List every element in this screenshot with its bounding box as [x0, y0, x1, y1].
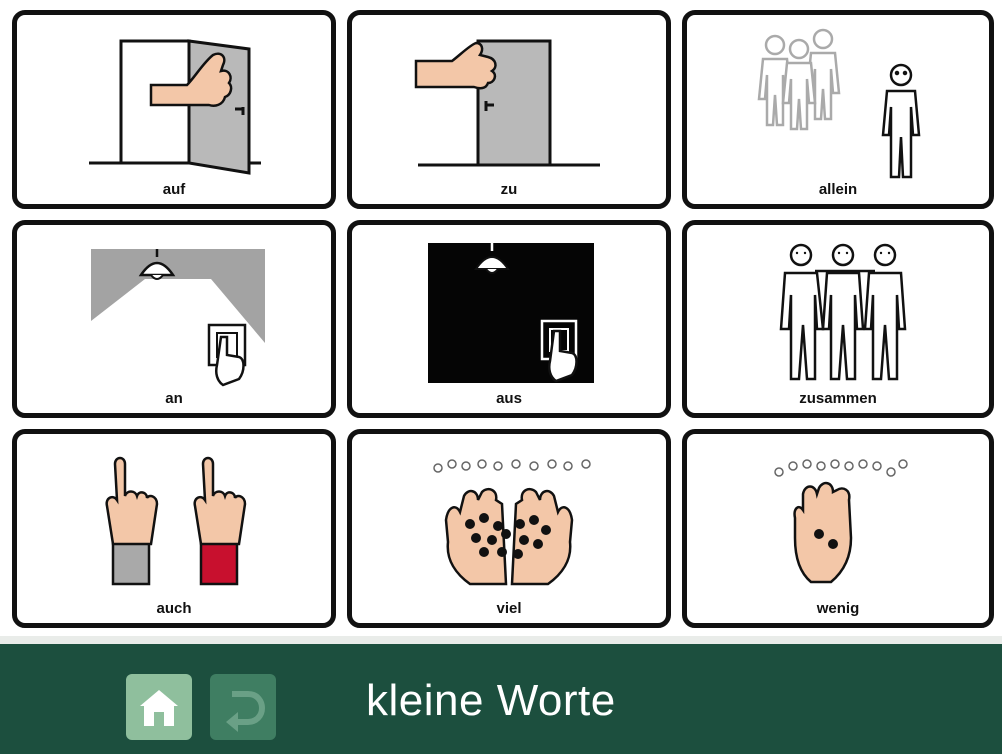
light-on-icon — [91, 249, 265, 387]
home-button[interactable] — [126, 674, 192, 740]
card-zusammen[interactable]: zusammen — [682, 220, 994, 418]
card-label: auch — [156, 600, 192, 617]
card-label: zu — [500, 181, 518, 198]
card-aus[interactable]: aus — [347, 220, 671, 418]
card-wenig[interactable]: wenig — [682, 429, 994, 628]
card-label: zusammen — [799, 390, 877, 407]
card-label: wenig — [816, 600, 860, 617]
back-button[interactable] — [210, 674, 276, 740]
card-viel[interactable]: viel — [347, 429, 671, 628]
card-auf[interactable]: auf — [12, 10, 336, 209]
raised-fingers-icon — [105, 456, 247, 586]
card-label: allein — [818, 181, 858, 198]
card-label: auf — [162, 181, 186, 198]
category-title: kleine Worte — [366, 676, 616, 725]
card-label: aus — [496, 390, 522, 407]
alone-person-icon — [757, 28, 921, 179]
card-auch[interactable]: auch — [12, 429, 336, 628]
card-label: viel — [496, 600, 522, 617]
back-arrow-icon — [226, 691, 266, 732]
light-off-icon — [428, 243, 594, 383]
card-label: an — [165, 390, 183, 407]
home-icon — [140, 690, 178, 726]
card-zu[interactable]: zu — [347, 10, 671, 209]
card-allein[interactable]: allein — [682, 10, 994, 209]
symbol-board: auf zu allein an aus zusammen auch viel … — [0, 0, 1002, 636]
bottom-navigation-bar: kleine Worte — [0, 636, 1002, 754]
together-people-icon — [779, 243, 907, 381]
door-closed-icon — [414, 39, 600, 167]
few-balls-hand-icon — [774, 459, 908, 584]
card-an[interactable]: an — [12, 220, 336, 418]
door-open-icon — [89, 39, 261, 175]
many-balls-hands-icon — [433, 459, 591, 586]
